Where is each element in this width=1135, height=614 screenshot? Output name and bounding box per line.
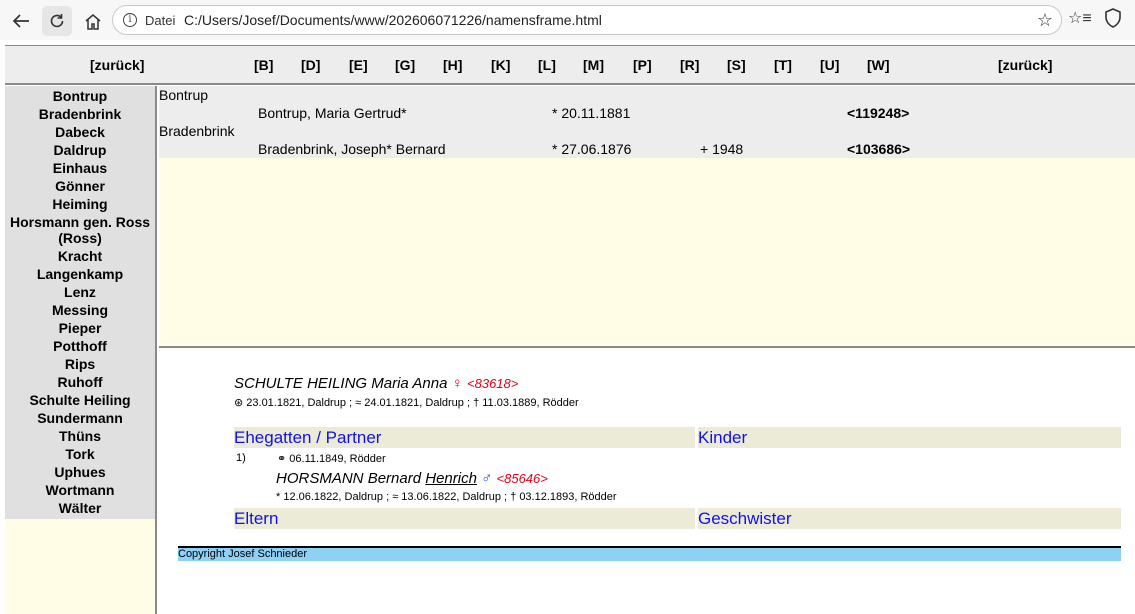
- birth-date: * 27.06.1876: [552, 141, 632, 157]
- marriage-info: ⚭ 06.11.1849, Rödder: [277, 453, 386, 465]
- file-label: Datei: [145, 13, 176, 28]
- person-id-link[interactable]: <103686>: [847, 141, 910, 157]
- letter-link-w[interactable]: [W]: [867, 57, 890, 73]
- family-heading: Bradenbrink: [159, 123, 235, 139]
- spouse-surname: HORSMANN: [276, 470, 364, 487]
- letter-link-h[interactable]: [H]: [443, 57, 462, 73]
- url-text[interactable]: C:/Users/Josef/Documents/www/20260607122…: [184, 12, 602, 28]
- name-results-frame: Bontrup Bontrup, Maria Gertrud* * 20.11.…: [159, 86, 1135, 348]
- name-results-table: Bontrup Bontrup, Maria Gertrud* * 20.11.…: [159, 86, 1135, 158]
- family-heading: Bontrup: [159, 87, 209, 103]
- surname-link[interactable]: Uphues: [5, 463, 155, 481]
- letter-link-r[interactable]: [R]: [680, 57, 699, 73]
- siblings-section-header: Geschwister: [698, 508, 1121, 529]
- surname-link[interactable]: Pieper: [5, 319, 155, 337]
- surname-link[interactable]: Schulte Heiling: [5, 391, 155, 409]
- surname-link[interactable]: Rips: [5, 355, 155, 373]
- person-name-link[interactable]: Bradenbrink, Joseph* Bernard: [258, 141, 446, 157]
- surname-link[interactable]: Sundermann: [5, 409, 155, 427]
- birth-date: * 20.11.1881: [552, 105, 631, 121]
- letter-link-d[interactable]: [D]: [301, 57, 320, 73]
- spouse-given-name: Bernard: [367, 470, 422, 487]
- browser-toolbar: i Datei C:/Users/Josef/Documents/www/202…: [0, 0, 1135, 40]
- female-icon: ♀: [451, 375, 463, 392]
- spouse-id: <85646>: [496, 471, 548, 486]
- person-given-name: Maria Anna: [371, 375, 448, 392]
- favorites-icon[interactable]: ☆≡: [1068, 8, 1092, 28]
- letter-link-g[interactable]: [G]: [395, 57, 415, 73]
- surname-link[interactable]: Potthoff: [5, 337, 155, 355]
- children-section-header: Kinder: [698, 427, 1121, 448]
- surname-link[interactable]: Bradenbrink: [5, 105, 155, 123]
- person-detail-frame: SCHULTE HEILING Maria Anna ♀ <83618> ⊛ 2…: [159, 350, 1135, 614]
- letter-link-l[interactable]: [L]: [538, 57, 556, 73]
- copyright-footer: Copyright Josef Schnieder: [178, 546, 1121, 561]
- surname-link[interactable]: Messing: [5, 301, 155, 319]
- person-surname: SCHULTE HEILING: [234, 375, 368, 392]
- spouse-dates: * 12.06.1822, Daldrup ; ≈ 13.06.1822, Da…: [276, 491, 617, 503]
- info-icon[interactable]: i: [123, 13, 137, 27]
- letter-link-k[interactable]: [K]: [491, 57, 510, 73]
- letter-link-b[interactable]: [B]: [254, 57, 273, 73]
- person-dates: ⊛ 23.01.1821, Daldrup ; ≈ 24.01.1821, Da…: [234, 397, 579, 409]
- parents-section-header: Eltern: [234, 508, 695, 529]
- letter-link-s[interactable]: [S]: [727, 57, 746, 73]
- marriage-number: 1): [236, 452, 246, 464]
- back-link-right[interactable]: [zurück]: [998, 57, 1052, 73]
- address-bar[interactable]: i Datei C:/Users/Josef/Documents/www/202…: [112, 5, 1062, 35]
- surname-link[interactable]: Daldrup: [5, 141, 155, 159]
- back-arrow-icon[interactable]: [6, 6, 36, 36]
- surname-link[interactable]: Bontrup: [5, 87, 155, 105]
- surname-link[interactable]: Wälter: [5, 499, 155, 517]
- surname-index: Bontrup Bradenbrink Dabeck Daldrup Einha…: [5, 86, 157, 614]
- person-heading: SCHULTE HEILING Maria Anna ♀ <83618>: [234, 375, 518, 392]
- surname-link[interactable]: Kracht: [5, 247, 155, 265]
- favorite-star-icon[interactable]: ☆: [1037, 10, 1053, 31]
- surname-link[interactable]: Horsmann gen. Ross (Ross): [5, 213, 155, 247]
- letter-link-t[interactable]: [T]: [774, 57, 792, 73]
- surname-link[interactable]: Lenz: [5, 283, 155, 301]
- letter-link-m[interactable]: [M]: [583, 57, 604, 73]
- home-icon[interactable]: [78, 6, 108, 36]
- reload-icon[interactable]: [42, 6, 72, 36]
- spouse-heading: HORSMANN Bernard Henrich ♂ <85646>: [276, 470, 548, 487]
- letter-link-e[interactable]: [E]: [349, 57, 368, 73]
- spouse-name-link[interactable]: Henrich: [425, 470, 477, 487]
- surname-link[interactable]: Thüns: [5, 427, 155, 445]
- person-name-link[interactable]: Bontrup, Maria Gertrud*: [258, 105, 407, 121]
- male-icon: ♂: [481, 470, 493, 487]
- surname-link[interactable]: Tork: [5, 445, 155, 463]
- surname-link[interactable]: Einhaus: [5, 159, 155, 177]
- spouse-section-header: Ehegatten / Partner: [234, 427, 695, 448]
- surname-link[interactable]: Langenkamp: [5, 265, 155, 283]
- back-link-left[interactable]: [zurück]: [90, 57, 144, 73]
- letter-link-p[interactable]: [P]: [633, 57, 652, 73]
- person-id-link[interactable]: <119248>: [847, 105, 909, 121]
- letter-navigation: [zurück] [B] [D] [E] [G] [H] [K] [L] [M]…: [5, 45, 1135, 85]
- surname-link[interactable]: Wortmann: [5, 481, 155, 499]
- surname-link[interactable]: Ruhoff: [5, 373, 155, 391]
- letter-link-u[interactable]: [U]: [820, 57, 839, 73]
- shield-icon[interactable]: [1104, 8, 1122, 31]
- death-date: + 1948: [700, 141, 744, 157]
- surname-link[interactable]: Heiming: [5, 195, 155, 213]
- person-id: <83618>: [467, 376, 519, 391]
- surname-link[interactable]: Gönner: [5, 177, 155, 195]
- surname-link[interactable]: Dabeck: [5, 123, 155, 141]
